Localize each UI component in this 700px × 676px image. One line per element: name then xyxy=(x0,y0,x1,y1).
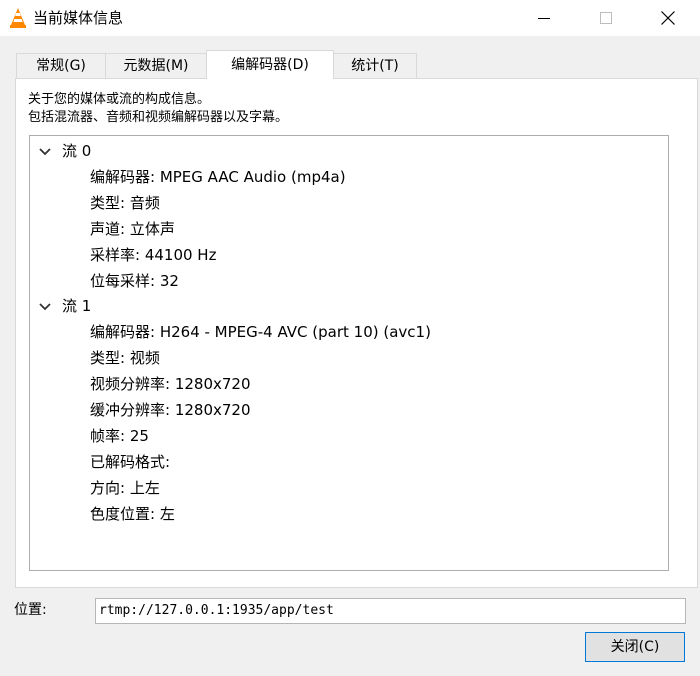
description-line-2: 包括混流器、音频和视频编解码器以及字幕。 xyxy=(28,110,289,125)
description-line-1: 关于您的媒体或流的构成信息。 xyxy=(28,92,211,107)
tree-item-property: 声道: 立体声 xyxy=(90,220,175,238)
maximize-icon xyxy=(600,12,612,24)
maximize-button[interactable] xyxy=(583,0,629,36)
codec-panel: 关于您的媒体或流的构成信息。 包括混流器、音频和视频编解码器以及字幕。 流 0 … xyxy=(15,78,698,588)
codec-tree[interactable]: 流 0 编解码器: MPEG AAC Audio (mp4a) 类型: 音频 声… xyxy=(29,135,669,571)
tab-metadata[interactable]: 元数据(M) xyxy=(105,53,207,78)
location-field[interactable]: rtmp://127.0.0.1:1935/app/test xyxy=(95,598,686,624)
vlc-cone-icon xyxy=(10,8,26,28)
tree-item-property: 采样率: 44100 Hz xyxy=(90,246,217,264)
tree-item-stream-1[interactable]: 流 1 xyxy=(30,293,668,319)
tab-codec[interactable]: 编解码器(D) xyxy=(206,50,334,79)
tree-item-property: 类型: 视频 xyxy=(90,349,160,367)
minimize-button[interactable] xyxy=(521,0,567,36)
tree-item-property: 色度位置: 左 xyxy=(90,505,175,523)
tree-item-property: 编解码器: H264 - MPEG-4 AVC (part 10) (avc1) xyxy=(90,323,431,341)
location-label: 位置: xyxy=(14,602,47,618)
close-icon xyxy=(661,11,675,25)
chevron-down-icon[interactable] xyxy=(38,293,52,319)
tree-item-property: 缓冲分辨率: 1280x720 xyxy=(90,401,251,419)
title-bar: 当前媒体信息 xyxy=(0,0,700,36)
minimize-icon xyxy=(538,18,550,19)
close-window-button[interactable] xyxy=(645,0,691,36)
window-title: 当前媒体信息 xyxy=(33,9,124,27)
close-button[interactable]: 关闭(C) xyxy=(585,632,685,662)
chevron-down-icon[interactable] xyxy=(38,138,52,164)
stream-label: 流 1 xyxy=(62,297,92,315)
stream-label: 流 0 xyxy=(62,142,92,160)
tree-item-stream-0[interactable]: 流 0 xyxy=(30,138,668,164)
tree-item-property: 位每采样: 32 xyxy=(90,272,179,290)
tree-item-property: 帧率: 25 xyxy=(90,427,149,445)
tree-item-property: 类型: 音频 xyxy=(90,194,160,212)
tree-item-property: 编解码器: MPEG AAC Audio (mp4a) xyxy=(90,168,346,186)
panel-description: 关于您的媒体或流的构成信息。 包括混流器、音频和视频编解码器以及字幕。 xyxy=(28,91,288,127)
tab-statistics[interactable]: 统计(T) xyxy=(333,53,417,78)
tree-item-property: 已解码格式: xyxy=(90,453,171,471)
tree-item-property: 视频分辨率: 1280x720 xyxy=(90,375,251,393)
tree-item-property: 方向: 上左 xyxy=(90,479,160,497)
tab-general[interactable]: 常规(G) xyxy=(16,53,106,78)
